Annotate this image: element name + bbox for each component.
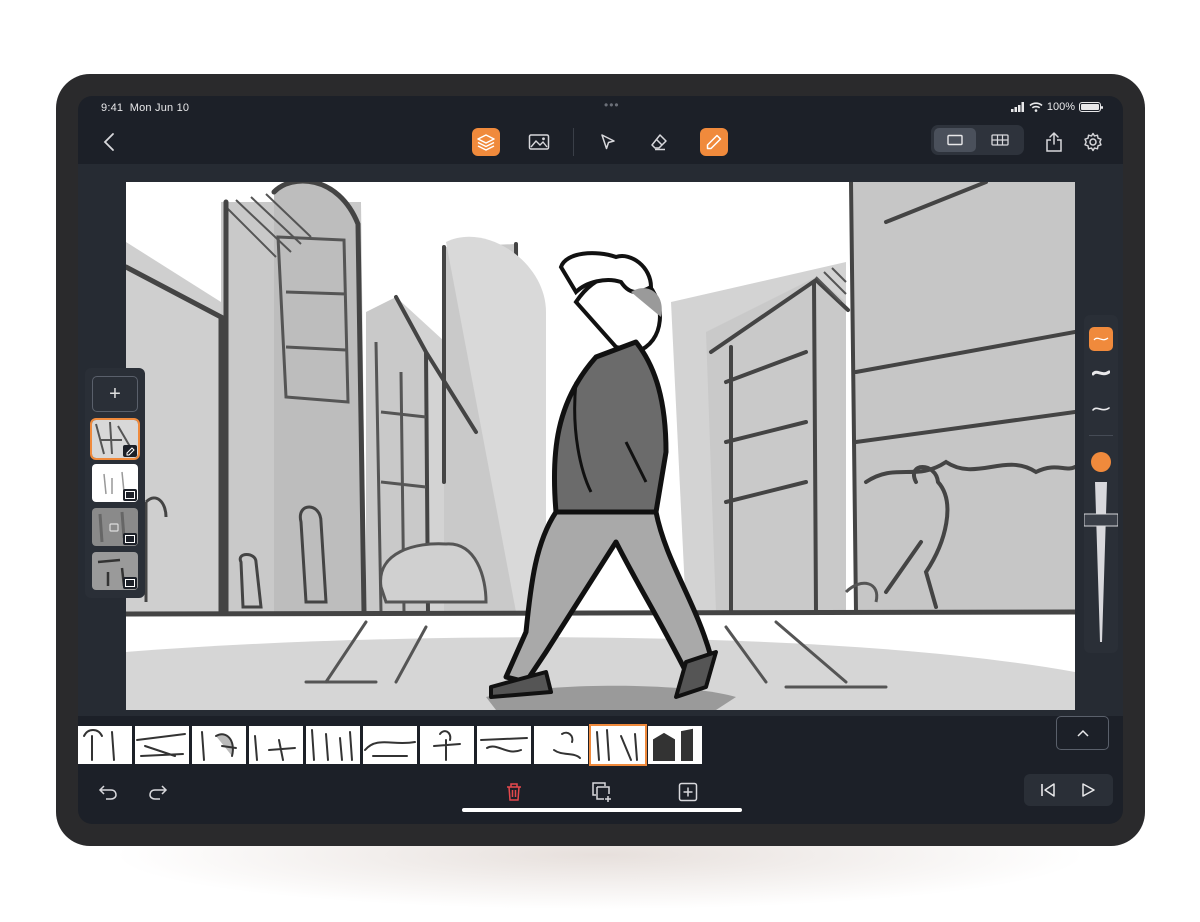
filmstrip-frame[interactable] — [78, 726, 132, 764]
brush-bold-button[interactable] — [1089, 361, 1113, 385]
filmstrip — [78, 716, 1123, 772]
grid-view-button[interactable] — [979, 128, 1021, 152]
eraser-button[interactable] — [645, 128, 673, 156]
image-icon — [125, 491, 135, 499]
multitask-dots-icon[interactable]: ••• — [604, 98, 620, 112]
image-badge — [123, 533, 137, 545]
image-button[interactable] — [525, 128, 553, 156]
status-indicators: 100% — [1010, 101, 1103, 113]
pencil-button[interactable] — [700, 128, 728, 156]
filmstrip-frame[interactable] — [589, 724, 647, 766]
brush-size-slider[interactable] — [1084, 480, 1118, 645]
single-frame-view-button[interactable] — [934, 128, 976, 152]
filmstrip-frame[interactable] — [648, 726, 702, 764]
undo-icon — [98, 785, 117, 800]
layers-button[interactable] — [472, 128, 500, 156]
share-icon — [1046, 131, 1062, 152]
undo-button[interactable] — [94, 778, 122, 806]
layer-thumbnail-2[interactable] — [92, 464, 138, 502]
app-screen: 9:41 Mon Jun 10 ••• 100% + — [78, 96, 1123, 824]
top-toolbar — [78, 120, 1123, 164]
grid-icon — [991, 134, 1009, 146]
filmstrip-frame[interactable] — [363, 726, 417, 764]
single-frame-icon — [947, 134, 963, 146]
medium-stroke-icon — [1092, 407, 1110, 411]
filmstrip-frame[interactable] — [477, 726, 531, 764]
drawing-canvas[interactable] — [126, 182, 1075, 710]
play-button[interactable] — [1074, 776, 1102, 804]
signal-icon — [1010, 102, 1024, 112]
add-frame-button[interactable] — [674, 778, 702, 806]
pencil-badge — [123, 445, 137, 457]
duplicate-frame-button[interactable] — [588, 778, 616, 806]
redo-button[interactable] — [144, 778, 172, 806]
chevron-left-icon — [103, 133, 114, 151]
add-layer-button[interactable]: + — [92, 376, 138, 412]
playback-controls — [1024, 774, 1113, 806]
share-button[interactable] — [1040, 128, 1068, 156]
skip-to-start-icon — [1041, 783, 1055, 797]
layer-thumbnail-1[interactable] — [90, 418, 140, 460]
filmstrip-frame[interactable] — [192, 726, 246, 764]
color-swatch[interactable] — [1091, 452, 1111, 472]
thin-stroke-icon — [1093, 337, 1109, 341]
filmstrip-frame[interactable] — [135, 726, 189, 764]
toolbar-divider — [573, 128, 574, 156]
home-indicator — [462, 808, 742, 812]
pencil-icon — [126, 446, 135, 455]
delete-icon — [507, 783, 521, 801]
redo-icon — [149, 785, 168, 800]
chevron-up-icon — [1076, 729, 1089, 737]
tablet-device: 9:41 Mon Jun 10 ••• 100% + — [56, 74, 1145, 846]
select-button[interactable] — [594, 128, 622, 156]
battery-icon — [1079, 102, 1103, 112]
delete-frame-button[interactable] — [500, 778, 528, 806]
play-icon — [1082, 783, 1095, 797]
pencil-icon — [706, 134, 722, 150]
bold-stroke-icon — [1092, 370, 1110, 376]
skip-to-start-button[interactable] — [1034, 776, 1062, 804]
brush-divider — [1089, 435, 1113, 436]
brush-medium-button[interactable] — [1089, 397, 1113, 421]
image-icon — [125, 535, 135, 543]
filmstrip-frame[interactable] — [306, 726, 360, 764]
filmstrip-frame[interactable] — [534, 726, 588, 764]
settings-button[interactable] — [1079, 128, 1107, 156]
image-icon — [528, 134, 550, 150]
image-icon — [125, 579, 135, 587]
settings-icon — [1084, 132, 1102, 152]
duplicate-frame-icon — [592, 782, 611, 802]
brush-panel — [1084, 315, 1118, 653]
layer-thumbnail-4[interactable] — [92, 552, 138, 590]
filmstrip-frame[interactable] — [249, 726, 303, 764]
eraser-icon — [651, 134, 667, 151]
expand-filmstrip-button[interactable] — [1056, 716, 1109, 750]
battery-percent: 100% — [1046, 101, 1075, 113]
status-bar: 9:41 Mon Jun 10 ••• 100% — [78, 96, 1123, 120]
bottom-bar — [78, 772, 1123, 824]
back-button[interactable] — [96, 128, 124, 156]
image-badge — [123, 489, 137, 501]
wifi-icon — [1029, 102, 1043, 112]
select-arrow-icon — [601, 134, 615, 150]
layers-panel: + — [85, 368, 145, 598]
add-frame-icon — [678, 782, 698, 802]
layers-icon — [477, 134, 495, 151]
status-time: 9:41 Mon Jun 10 — [101, 102, 190, 114]
brush-thin-button[interactable] — [1089, 327, 1113, 351]
image-badge — [123, 577, 137, 589]
filmstrip-frame[interactable] — [420, 726, 474, 764]
layer-thumbnail-3[interactable] — [92, 508, 138, 546]
view-mode-toggle — [931, 125, 1024, 155]
lock-icon — [109, 523, 119, 532]
storyboard-sketch — [126, 182, 1075, 710]
